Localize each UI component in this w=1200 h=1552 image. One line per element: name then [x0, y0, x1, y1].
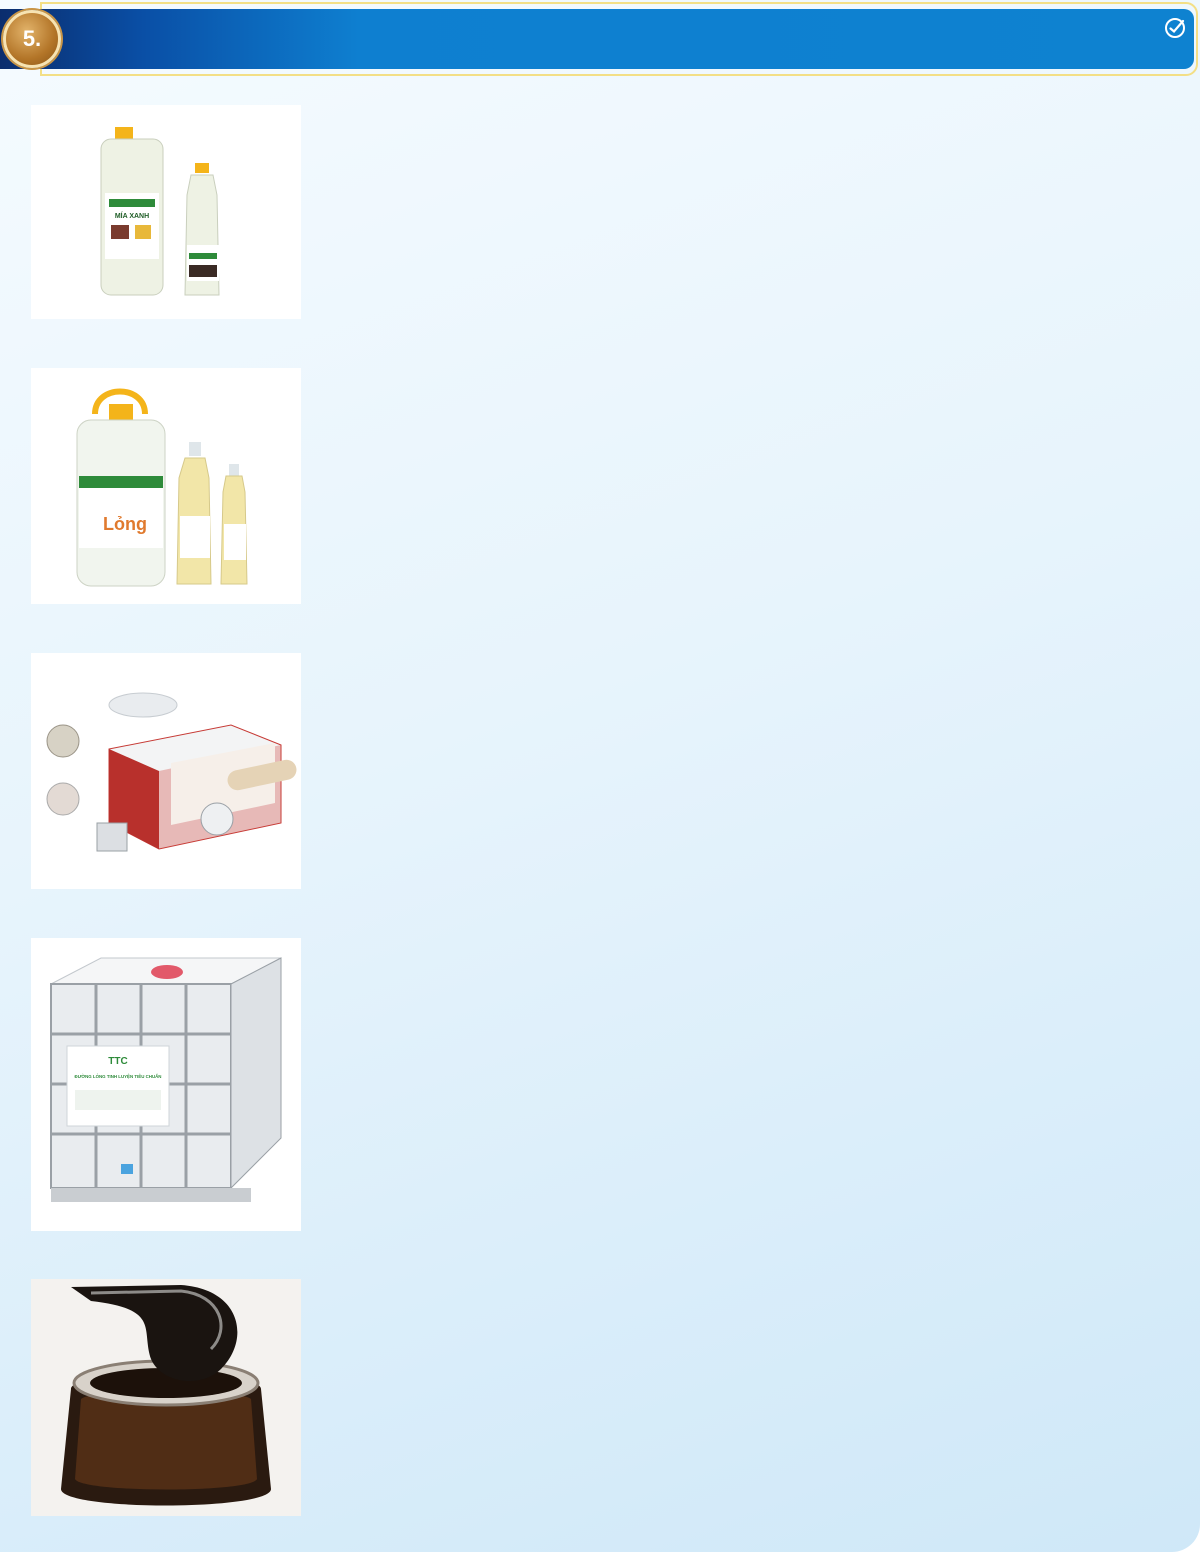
product-image-bottles-mia-xanh: MÍA XANH: [31, 105, 301, 319]
section-number: 5.: [22, 26, 42, 51]
section-header-bar: [0, 9, 1194, 69]
page: 5. MÍA XANH Lỏng TTC ĐƯỜNG LỎNG TINH LUY…: [0, 0, 1200, 1552]
svg-text:TTC: TTC: [108, 1056, 127, 1067]
product-image-ibc-tank: TTC ĐƯỜNG LỎNG TINH LUYỆN TIÊU CHUẨN: [31, 938, 301, 1231]
product-image-bottles-duong-long: Lỏng: [31, 368, 301, 604]
check-circle-icon: [1165, 18, 1185, 38]
bottle-label-long: Lỏng: [103, 514, 147, 534]
product-image-container-flexitank: [31, 653, 301, 889]
product-image-molasses-jar: [31, 1279, 301, 1516]
ibc-label-text: ĐƯỜNG LỎNG TINH LUYỆN TIÊU CHUẨN: [75, 1074, 162, 1079]
section-number-badge: 5.: [3, 10, 61, 68]
bottle-label-text: MÍA XANH: [115, 211, 149, 220]
